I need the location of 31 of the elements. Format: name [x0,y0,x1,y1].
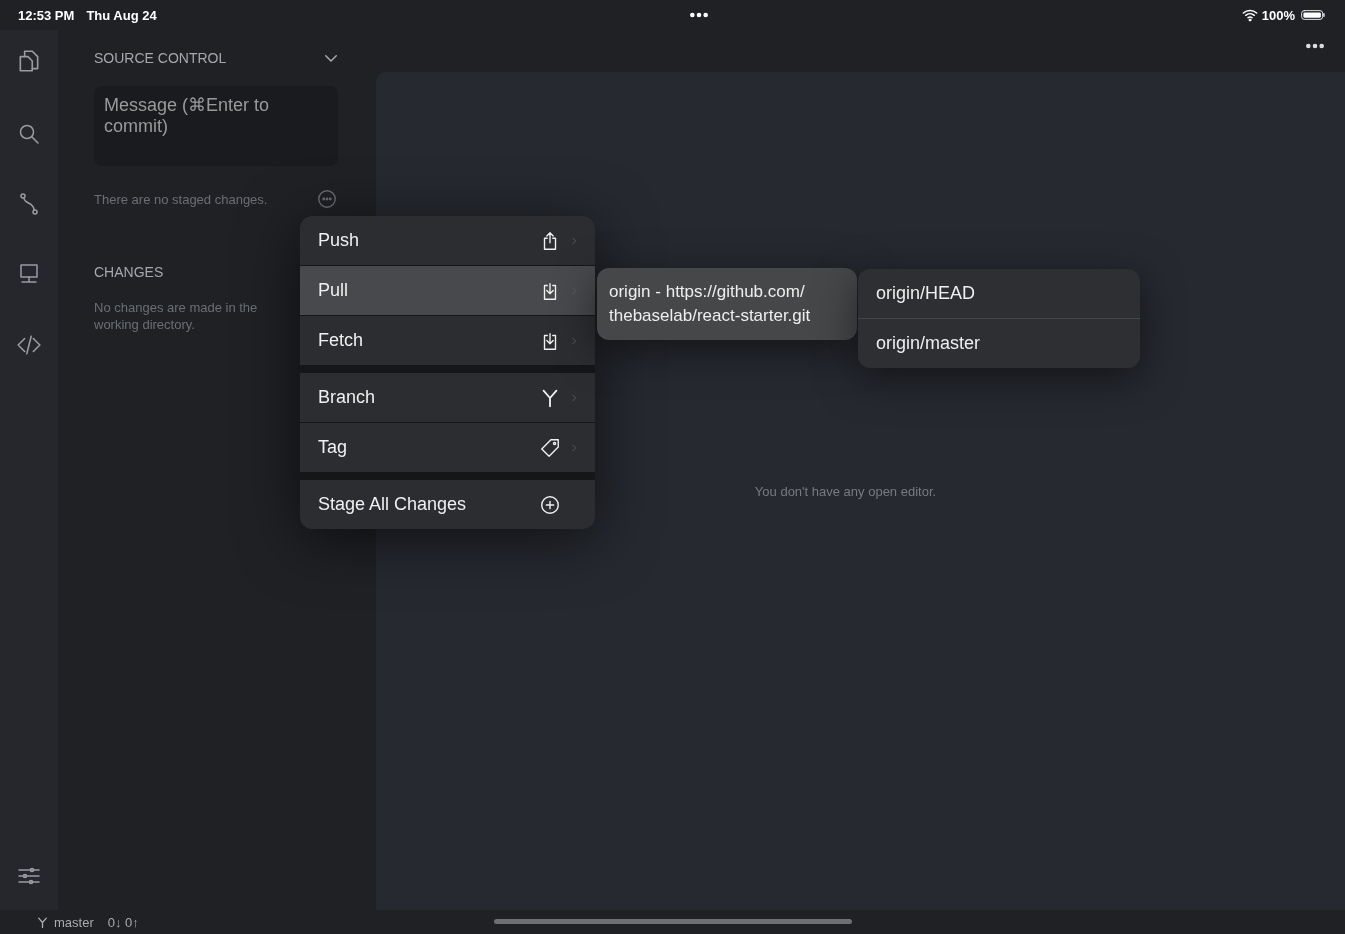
branch-name[interactable]: master [54,914,94,930]
sync-status[interactable]: 0↓ 0↑ [107,914,139,930]
wifi-icon [1241,7,1258,23]
menu-item[interactable]: Branch [300,373,595,422]
menu-item[interactable]: Stage All Changes [300,480,595,529]
menu-item[interactable]: Pull [300,266,595,315]
menu-item[interactable]: Tag [300,423,595,472]
menu-item[interactable]: origin/HEAD [858,269,1140,318]
plus-circle-icon [539,493,561,516]
clock-time: 12:53 PM [18,7,75,23]
date: Thu Aug 24 [86,7,157,23]
battery-percent: 100% [1261,7,1295,23]
search-icon [17,122,41,146]
menu-item[interactable]: Push [300,216,595,265]
branch-icon [36,915,49,929]
changes-note: No changes are made in the working directory. [94,300,259,334]
more-button[interactable] [316,188,338,210]
section-title: CHANGES [94,264,165,280]
menu-item[interactable]: origin - https://github.com/thebaselab/react-starter.git [609,280,849,328]
menu-item[interactable]: Fetch [300,316,595,365]
empty-editor-note: You don't have any open editor. [754,483,937,499]
menu-item[interactable]: origin/master [858,318,1140,368]
commit-message-field[interactable]: Message (⌘Enter to commit) [94,86,338,166]
section-title: SOURCE CONTROL [94,50,227,66]
monitor-icon [17,262,41,286]
ellipsis-circle-icon [316,188,338,210]
more-icon [1305,42,1325,50]
source-control-icon [17,192,41,216]
tag-icon [539,436,561,459]
battery-icon [1299,8,1327,22]
staged-note: There are no staged changes. [94,191,268,207]
